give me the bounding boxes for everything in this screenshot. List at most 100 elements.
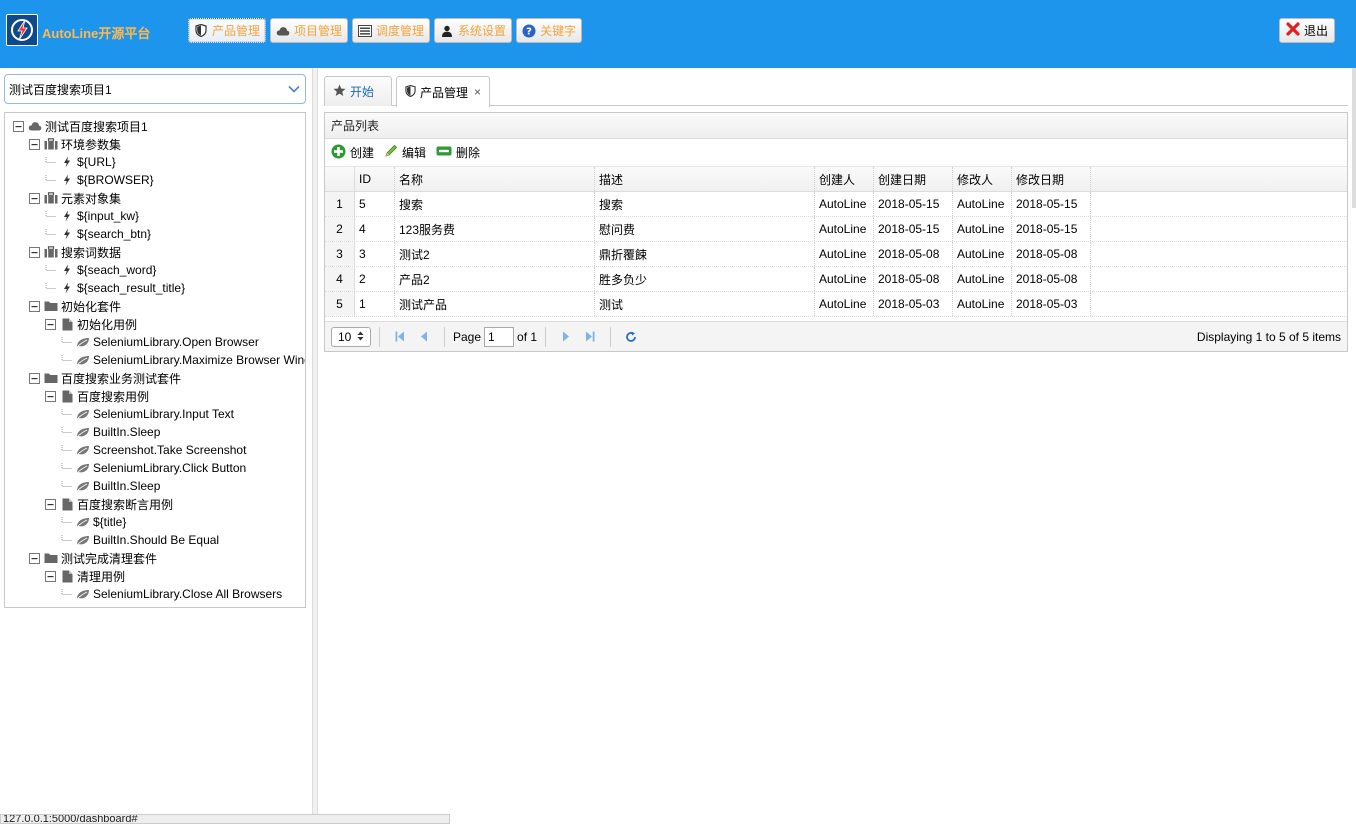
tree-node[interactable]: 元素对象集: [29, 189, 121, 207]
collapse-toggle-icon[interactable]: [29, 300, 40, 312]
tree-node[interactable]: SeleniumLibrary.Open Browser: [61, 333, 259, 351]
tree-node[interactable]: 百度搜索用例: [45, 387, 149, 405]
add-icon: [331, 144, 346, 162]
file-icon: [60, 389, 74, 403]
tree-node[interactable]: 测试百度搜索项目1: [13, 117, 148, 135]
column-header-created-date[interactable]: 创建日期: [874, 167, 953, 191]
cell-created-date: 2018-05-15: [874, 192, 953, 216]
tree-node[interactable]: SeleniumLibrary.Click Button: [61, 459, 246, 477]
table-row[interactable]: 4 2 产品2 胜多负少 AutoLine 2018-05-08 AutoLine 2018-…: [325, 267, 1347, 292]
tree-node[interactable]: ${seach_word}: [45, 261, 156, 279]
prev-page-icon[interactable]: [416, 329, 432, 345]
tree-line: [45, 210, 56, 222]
cell-id: 4: [355, 217, 395, 241]
column-header-name[interactable]: 名称: [395, 167, 595, 191]
tab-start[interactable]: 开始: [324, 76, 392, 106]
tree-node[interactable]: BuiltIn.Should Be Equal: [61, 531, 219, 549]
table-row[interactable]: 3 3 测试2 鼎折覆餗 AutoLine 2018-05-08 AutoLine 2018-…: [325, 242, 1347, 267]
next-page-icon[interactable]: [558, 329, 574, 345]
leaf-icon: [76, 515, 90, 529]
tree-line: [61, 426, 72, 438]
tree-node[interactable]: BuiltIn.Sleep: [61, 477, 160, 495]
column-header-modified-date[interactable]: 修改日期: [1012, 167, 1091, 191]
folder-icon: [44, 371, 58, 385]
tree-node[interactable]: BuiltIn.Sleep: [61, 423, 160, 441]
tree-node[interactable]: SeleniumLibrary.Input Text: [61, 405, 234, 423]
project-select[interactable]: 测试百度搜索项目1: [4, 74, 306, 104]
tree-node[interactable]: 环境参数集: [29, 135, 121, 153]
tree-node[interactable]: ${search_btn}: [45, 225, 151, 243]
nav-keywords[interactable]: ? 关键字: [516, 18, 583, 43]
tree-node[interactable]: ${seach_result_title}: [45, 279, 185, 297]
tree-node-label: 百度搜索业务测试套件: [61, 371, 182, 386]
first-page-icon[interactable]: [392, 329, 408, 345]
tree-node-label: BuiltIn.Sleep: [93, 425, 161, 439]
user-icon: [440, 24, 454, 38]
tree-node[interactable]: SeleniumLibrary.Maximize Browser Window: [61, 351, 305, 369]
row-number: 4: [325, 267, 355, 291]
edit-button[interactable]: 编辑: [384, 144, 426, 161]
tree-node-label: BuiltIn.Sleep: [93, 479, 161, 493]
column-header-id[interactable]: ID: [355, 167, 395, 191]
collapse-toggle-icon[interactable]: [29, 246, 40, 258]
column-header-desc[interactable]: 描述: [595, 167, 815, 191]
collapse-toggle-icon[interactable]: [45, 498, 56, 510]
cell-modifier: AutoLine: [953, 192, 1012, 216]
table-row[interactable]: 5 1 测试产品 测试 AutoLine 2018-05-03 AutoLine 2018-0…: [325, 292, 1347, 317]
file-icon: [60, 497, 74, 511]
table-row[interactable]: 1 5 搜索 搜索 AutoLine 2018-05-15 AutoLine 2018-05-…: [325, 192, 1347, 217]
column-header-modifier[interactable]: 修改人: [953, 167, 1012, 191]
column-header-creator[interactable]: 创建人: [815, 167, 874, 191]
tree-node[interactable]: ${BROWSER}: [45, 171, 154, 189]
nav-label: 系统设置: [458, 24, 507, 38]
tree-node[interactable]: 测试完成清理套件: [29, 549, 157, 567]
collapse-toggle-icon[interactable]: [45, 318, 56, 330]
chevron-down-icon[interactable]: [283, 75, 305, 103]
tree-node[interactable]: 百度搜索业务测试套件: [29, 369, 181, 387]
nav-label: 调度管理: [376, 24, 425, 38]
tree-node[interactable]: SeleniumLibrary.Close All Browsers: [61, 585, 282, 603]
tree-node[interactable]: 初始化用例: [45, 315, 137, 333]
tab-product-management[interactable]: 产品管理 ×: [396, 76, 490, 107]
collapse-toggle-icon[interactable]: [29, 372, 40, 384]
tree-node[interactable]: 百度搜索断言用例: [45, 495, 173, 513]
nav-project-management[interactable]: 项目管理: [270, 18, 349, 43]
page-scrollbar[interactable]: [1352, 68, 1356, 208]
tree-node[interactable]: ${title}: [61, 513, 126, 531]
leaf-icon: [76, 353, 90, 367]
collapse-toggle-icon[interactable]: [45, 570, 56, 582]
delete-button[interactable]: 删除: [436, 144, 480, 161]
nav-system-settings[interactable]: 系统设置: [434, 18, 513, 43]
logout-button[interactable]: 退出: [1279, 18, 1336, 43]
cell-name: 123服务费: [395, 217, 595, 241]
table-row[interactable]: 2 4 123服务费 慰问费 AutoLine 2018-05-15 AutoLine 201…: [325, 217, 1347, 242]
product-list-panel: 产品列表 创建 编辑 删除 ID 名称 描述 创建人 创建日期 修改人 修改日期…: [324, 112, 1348, 352]
cell-id: 5: [355, 192, 395, 216]
tree-node[interactable]: ${input_kw}: [45, 207, 139, 225]
tree-line: [61, 336, 72, 348]
collapse-toggle-icon[interactable]: [45, 390, 56, 402]
collapse-toggle-icon[interactable]: [29, 138, 40, 150]
spinner-icon: [357, 330, 364, 344]
tab-label: 开始: [350, 85, 375, 99]
tree-node[interactable]: 初始化套件: [29, 297, 121, 315]
create-button[interactable]: 创建: [331, 144, 374, 162]
tree-node[interactable]: ${URL}: [45, 153, 116, 171]
page-number-input[interactable]: [484, 326, 515, 347]
cell-id: 1: [355, 292, 395, 316]
collapse-toggle-icon[interactable]: [29, 552, 40, 564]
nav-product-management[interactable]: 产品管理: [188, 18, 267, 43]
tree-node[interactable]: 清理用例: [45, 567, 125, 585]
leaf-icon: [76, 479, 90, 493]
tree-node[interactable]: 搜索词数据: [29, 243, 121, 261]
refresh-icon[interactable]: [623, 329, 639, 345]
collapse-toggle-icon[interactable]: [13, 120, 24, 132]
nav-schedule-management[interactable]: 调度管理: [352, 18, 431, 43]
tab-close-icon[interactable]: ×: [474, 85, 481, 99]
collapse-toggle-icon[interactable]: [29, 192, 40, 204]
tree-node[interactable]: Screenshot.Take Screenshot: [61, 441, 246, 459]
last-page-icon[interactable]: [582, 329, 598, 345]
page-size-select[interactable]: 10: [331, 326, 371, 347]
row-number: 3: [325, 242, 355, 266]
leaf-icon: [76, 461, 90, 475]
